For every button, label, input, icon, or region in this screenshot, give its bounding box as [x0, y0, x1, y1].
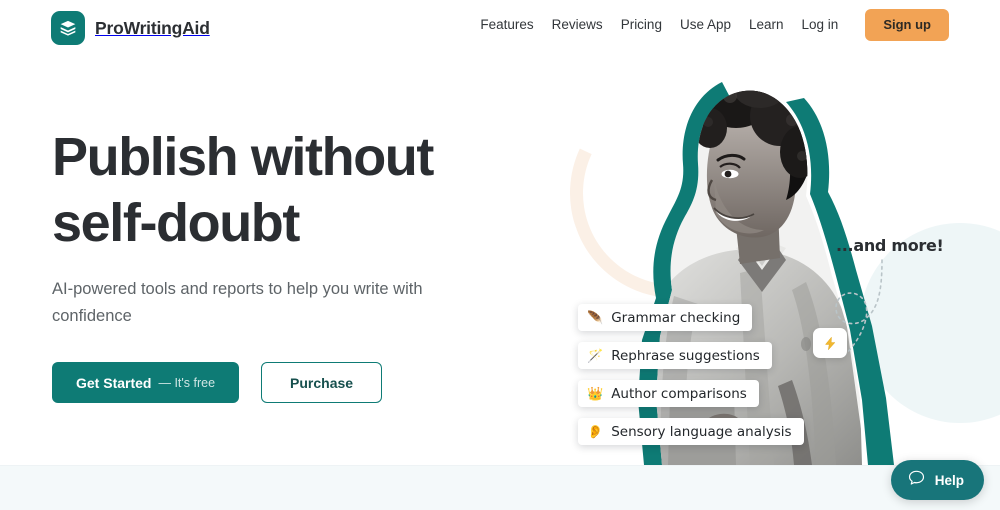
hero-copy: Publish without self-doubt AI-powered to…	[52, 124, 482, 404]
and-more-label: ...and more!	[836, 236, 944, 255]
feature-chip-label: Grammar checking	[611, 309, 741, 326]
nav-item-pricing[interactable]: Pricing	[612, 9, 671, 41]
feature-chip-author-comparisons[interactable]: 👑 Author comparisons	[578, 380, 759, 407]
next-section-band	[0, 465, 1000, 510]
feather-icon: 🪶	[587, 310, 604, 325]
page-title: Publish without self-doubt	[52, 127, 434, 254]
crown-icon: 👑	[587, 386, 604, 401]
feature-chip-rephrase-suggestions[interactable]: 🪄 Rephrase suggestions	[578, 342, 772, 369]
feature-chip-label: Rephrase suggestions	[611, 347, 760, 364]
chat-bubble-icon	[907, 468, 926, 492]
help-widget-label: Help	[934, 472, 964, 488]
magic-wand-icon: 🪄	[587, 348, 604, 363]
ear-icon: 👂	[587, 424, 604, 439]
nav-item-reviews[interactable]: Reviews	[543, 9, 612, 41]
feature-chip-list: 🪶 Grammar checking 🪄 Rephrase suggestion…	[578, 304, 804, 456]
site-header: ProWritingAid Features Reviews Pricing U…	[0, 0, 1000, 58]
page-root: ProWritingAid Features Reviews Pricing U…	[0, 0, 1000, 510]
cta-row: Get Started — It's free Purchase	[52, 362, 482, 404]
book-logo-icon	[51, 11, 85, 45]
nav-item-use-app[interactable]: Use App	[671, 9, 740, 41]
nav-item-log-in[interactable]: Log in	[793, 9, 848, 41]
feature-chip-label: Sensory language analysis	[611, 423, 792, 440]
feature-chip-label: Author comparisons	[611, 385, 747, 402]
lightning-bolt-icon	[813, 328, 847, 358]
feature-chip-grammar-checking[interactable]: 🪶 Grammar checking	[578, 304, 753, 331]
brand-logo-link[interactable]: ProWritingAid	[51, 11, 210, 45]
main-navigation: Features Reviews Pricing Use App Learn L…	[471, 9, 949, 41]
nav-item-features[interactable]: Features	[471, 9, 542, 41]
sign-up-button[interactable]: Sign up	[865, 9, 949, 41]
hero-section: Publish without self-doubt AI-powered to…	[0, 58, 1000, 465]
hero-subheading: AI-powered tools and reports to help you…	[52, 279, 423, 325]
feature-chip-sensory-language-analysis[interactable]: 👂 Sensory language analysis	[578, 418, 804, 445]
get-started-sublabel: — It's free	[158, 375, 216, 390]
purchase-button[interactable]: Purchase	[261, 362, 383, 404]
get-started-button[interactable]: Get Started — It's free	[52, 362, 240, 404]
nav-item-learn[interactable]: Learn	[740, 9, 793, 41]
brand-name: ProWritingAid	[95, 17, 210, 38]
get-started-label: Get Started	[76, 374, 152, 391]
help-widget-button[interactable]: Help	[890, 460, 984, 500]
